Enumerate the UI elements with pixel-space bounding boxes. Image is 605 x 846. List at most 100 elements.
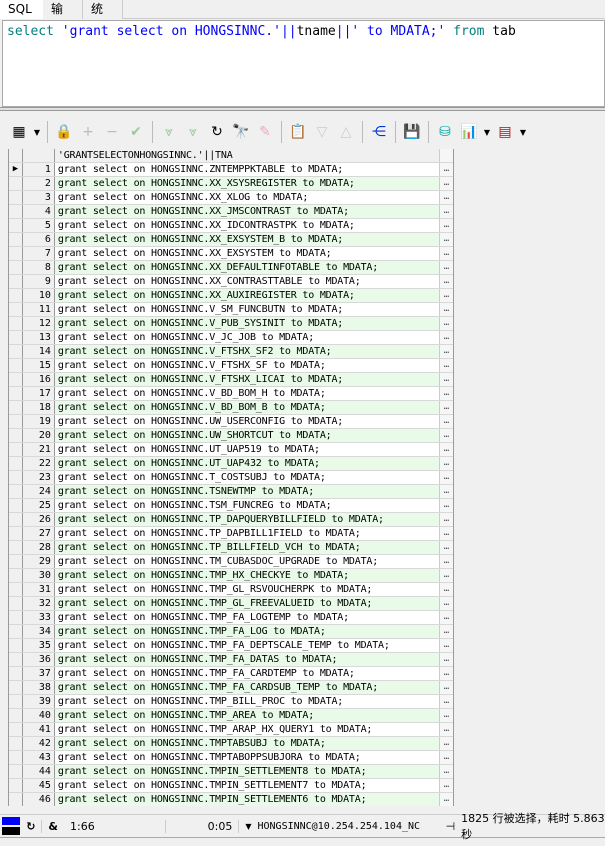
row-indicator[interactable]	[9, 513, 23, 526]
cell-editor-button[interactable]: …	[440, 387, 453, 400]
row-indicator[interactable]	[9, 639, 23, 652]
grid-cell[interactable]: grant select on HONGSINNC.T_COSTSUBJ to …	[55, 471, 441, 484]
row-number[interactable]: 20	[22, 429, 55, 442]
table-row[interactable]: 16 grant select on HONGSINNC.V_FTSHX_LICA…	[9, 373, 453, 387]
row-indicator[interactable]	[9, 247, 23, 260]
cell-editor-button[interactable]: …	[440, 233, 453, 246]
cell-editor-button[interactable]: …	[440, 583, 453, 596]
row-indicator[interactable]	[9, 233, 23, 246]
row-indicator[interactable]	[9, 527, 23, 540]
row-indicator[interactable]	[9, 793, 23, 806]
grid-cell[interactable]: grant select on HONGSINNC.XX_DEFAULTINFO…	[54, 261, 441, 274]
cell-editor-button[interactable]: …	[440, 317, 453, 330]
table-row[interactable]: 36 grant select on HONGSINNC.TMP_FA_DATAS…	[9, 653, 453, 667]
grid-cell[interactable]: grant select on HONGSINNC.V_BD_BOM_H to …	[55, 387, 441, 400]
cell-editor-button[interactable]: …	[440, 555, 453, 568]
grid-cell[interactable]: grant select on HONGSINNC.TMPIN_SETTLEME…	[54, 793, 441, 806]
table-row[interactable]: 29 grant select on HONGSINNC.TM_CUBASDOC_…	[9, 555, 453, 569]
grid-cell[interactable]: grant select on HONGSINNC.TMP_FA_CARDSUB…	[54, 681, 441, 694]
cell-editor-button[interactable]: …	[440, 625, 453, 638]
table-row[interactable]: 14 grant select on HONGSINNC.V_FTSHX_SF2 …	[9, 345, 453, 359]
table-row[interactable]: 33 grant select on HONGSINNC.TMP_FA_LOGTE…	[9, 611, 453, 625]
row-number[interactable]: 10	[22, 289, 55, 302]
table-row[interactable]: 42 grant select on HONGSINNC.TMPTABSUBJ t…	[9, 737, 453, 751]
table-row[interactable]: 45 grant select on HONGSINNC.TMPIN_SETTLE…	[9, 779, 453, 793]
row-indicator[interactable]	[9, 737, 23, 750]
grid-cell[interactable]: grant select on HONGSINNC.XX_IDCONTRASTP…	[55, 219, 441, 232]
refresh-icon[interactable]: ↻	[206, 121, 228, 143]
row-number[interactable]: 42	[22, 737, 55, 750]
grid-cell[interactable]: grant select on HONGSINNC.V_BD_BOM_B to …	[54, 401, 441, 414]
row-indicator[interactable]	[9, 597, 23, 610]
row-indicator[interactable]	[9, 317, 23, 330]
grid-cell[interactable]: grant select on HONGSINNC.XX_CONTRASTTAB…	[55, 275, 441, 288]
row-number[interactable]: 38	[22, 681, 55, 694]
row-indicator[interactable]	[9, 723, 23, 736]
table-row[interactable]: 9 grant select on HONGSINNC.XX_CONTRASTTA…	[9, 275, 453, 289]
row-number[interactable]: 29	[22, 555, 55, 568]
row-indicator[interactable]	[9, 359, 23, 372]
cell-editor-button[interactable]: …	[440, 345, 453, 358]
grid-cell[interactable]: grant select on HONGSINNC.TMPIN_SETTLEME…	[55, 779, 441, 792]
sql-editor[interactable]: select 'grant select on HONGSINNC.'||tna…	[2, 20, 605, 107]
cell-editor-button[interactable]: …	[440, 527, 453, 540]
cell-editor-button[interactable]: …	[440, 261, 453, 274]
table-row[interactable]: 30 grant select on HONGSINNC.TMP_HX_CHECK…	[9, 569, 453, 583]
row-number[interactable]: 16	[22, 373, 55, 386]
table-row[interactable]: 23 grant select on HONGSINNC.T_COSTSUBJ t…	[9, 471, 453, 485]
row-number[interactable]: 4	[22, 205, 55, 218]
substitution-variable-icon[interactable]: &	[41, 819, 64, 833]
row-indicator[interactable]	[9, 555, 23, 568]
cell-editor-button[interactable]: …	[440, 611, 453, 624]
table-view-icon[interactable]: ▤	[494, 121, 516, 143]
row-indicator[interactable]	[9, 485, 23, 498]
row-number[interactable]: 44	[22, 765, 55, 778]
grid-cell[interactable]: grant select on HONGSINNC.TP_BILLFIELD_V…	[54, 541, 441, 554]
row-number[interactable]: 39	[22, 695, 55, 708]
row-number[interactable]: 28	[22, 541, 55, 554]
row-number[interactable]: 46	[22, 793, 55, 806]
row-indicator[interactable]	[9, 177, 23, 190]
grid-cell[interactable]: grant select on HONGSINNC.XX_EXSYSTEM_B …	[54, 233, 441, 246]
cell-editor-button[interactable]: …	[440, 513, 453, 526]
table-row[interactable]: 34 grant select on HONGSINNC.TMP_FA_LOG t…	[9, 625, 453, 639]
row-indicator[interactable]	[9, 303, 23, 316]
table-row[interactable]: 37 grant select on HONGSINNC.TMP_FA_CARDT…	[9, 667, 453, 681]
result-grid[interactable]: 'GRANTSELECTONHONGSINNC.'||TNA ▶ 1 grant s…	[8, 149, 454, 806]
row-number[interactable]: 13	[22, 331, 55, 344]
row-number[interactable]: 2	[22, 177, 55, 190]
clear-icon[interactable]: ✎	[254, 121, 276, 143]
cell-editor-button[interactable]: …	[440, 471, 453, 484]
table-row[interactable]: 12 grant select on HONGSINNC.V_PUB_SYSINI…	[9, 317, 453, 331]
row-number[interactable]: 19	[22, 415, 55, 428]
grid-cell[interactable]: grant select on HONGSINNC.TMP_FA_CARDTEM…	[55, 667, 441, 680]
row-number[interactable]: 45	[22, 779, 55, 792]
cell-editor-button[interactable]: …	[440, 303, 453, 316]
window-layout-icon[interactable]	[2, 816, 21, 836]
post-icon[interactable]: ✔	[125, 121, 147, 143]
row-indicator[interactable]	[9, 541, 23, 554]
row-number[interactable]: 18	[22, 401, 55, 414]
row-number[interactable]: 8	[22, 261, 55, 274]
row-indicator[interactable]	[9, 401, 23, 414]
row-number[interactable]: 30	[22, 569, 55, 582]
table-row[interactable]: 7 grant select on HONGSINNC.XX_EXSYSTEM t…	[9, 247, 453, 261]
table-row[interactable]: 2 grant select on HONGSINNC.XX_XSYSREGIST…	[9, 177, 453, 191]
grid-cell[interactable]: grant select on HONGSINNC.TMP_GL_FREEVAL…	[54, 597, 441, 610]
cell-editor-button[interactable]: …	[440, 219, 453, 232]
grid-cell[interactable]: grant select on HONGSINNC.TSNEWTMP to MD…	[54, 485, 441, 498]
row-number[interactable]: 11	[22, 303, 55, 316]
cell-editor-button[interactable]: …	[440, 709, 453, 722]
grid-cell[interactable]: grant select on HONGSINNC.TMP_FA_DEPTSCA…	[55, 639, 441, 652]
cell-editor-button[interactable]: …	[440, 751, 453, 764]
table-row[interactable]: 4 grant select on HONGSINNC.XX_JMSCONTRAS…	[9, 205, 453, 219]
row-indicator[interactable]	[9, 387, 23, 400]
row-indicator[interactable]	[9, 667, 23, 680]
row-number[interactable]: 5	[22, 219, 55, 232]
grid-cell[interactable]: grant select on HONGSINNC.TMP_ARAP_HX_QU…	[55, 723, 441, 736]
connection-label[interactable]: HONGSINNC@10.254.254.104_NC	[257, 821, 439, 832]
grid-cell[interactable]: grant select on HONGSINNC.V_FTSHX_SF to …	[55, 359, 441, 372]
grid-cell[interactable]: grant select on HONGSINNC.V_SM_FUNCBUTN …	[55, 303, 441, 316]
cell-editor-button[interactable]: …	[440, 779, 453, 792]
row-indicator[interactable]	[9, 331, 23, 344]
